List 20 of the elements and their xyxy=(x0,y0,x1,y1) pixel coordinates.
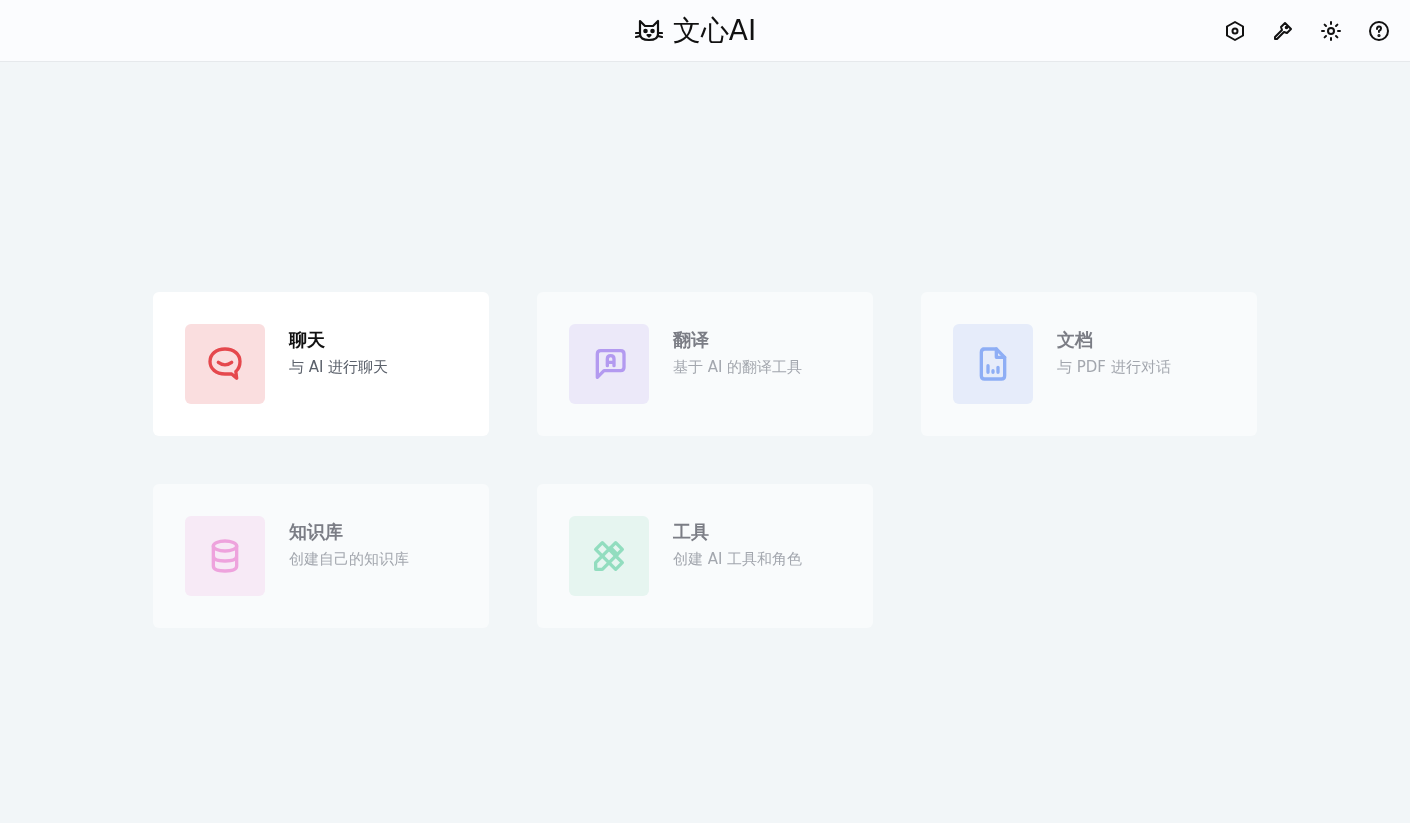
feature-card[interactable]: 工具 创建 AI 工具和角色 xyxy=(537,484,873,628)
card-description: 创建 AI 工具和角色 xyxy=(673,550,803,569)
help-icon[interactable] xyxy=(1367,18,1391,43)
cat-logo-icon xyxy=(634,17,663,44)
app-title: 文心AI xyxy=(672,12,757,49)
card-title: 文档 xyxy=(1057,328,1094,352)
feature-card[interactable]: 翻译 基于 AI 的翻译工具 xyxy=(537,292,873,436)
feature-card[interactable]: 聊天 与 AI 进行聊天 xyxy=(153,292,489,436)
card-title: 翻译 xyxy=(673,328,710,352)
feature-card[interactable]: 文档 与 PDF 进行对话 xyxy=(921,292,1257,436)
card-description: 基于 AI 的翻译工具 xyxy=(673,358,803,377)
card-title: 聊天 xyxy=(289,328,326,352)
card-description: 与 AI 进行聊天 xyxy=(289,358,389,377)
card-title: 知识库 xyxy=(289,520,344,544)
feature-card[interactable]: 知识库 创建自己的知识库 xyxy=(153,484,489,628)
settings-icon[interactable] xyxy=(1223,18,1247,43)
card-description: 创建自己的知识库 xyxy=(289,550,409,569)
sun-icon[interactable] xyxy=(1319,18,1343,43)
card-description: 与 PDF 进行对话 xyxy=(1057,358,1171,377)
card-title: 工具 xyxy=(673,520,710,544)
